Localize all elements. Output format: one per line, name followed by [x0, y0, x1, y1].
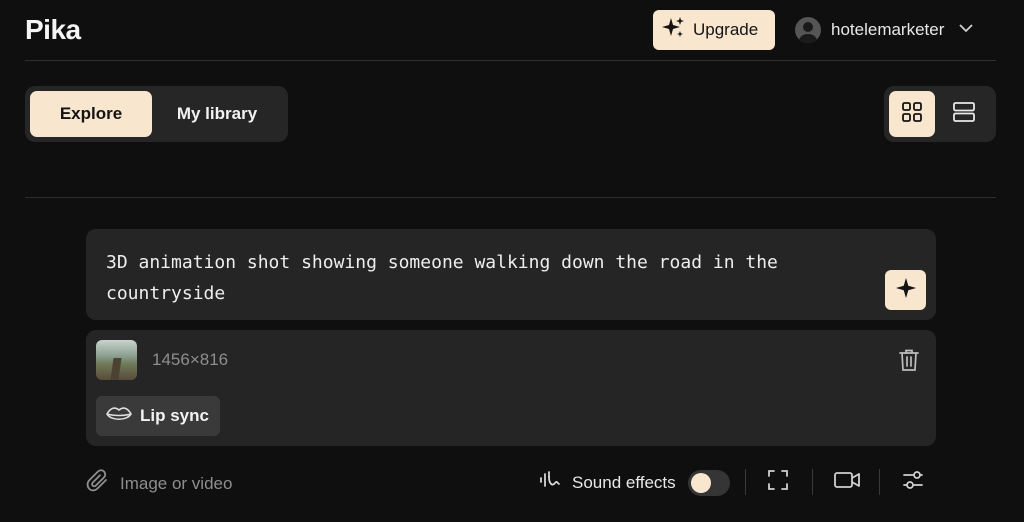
chevron-down-icon: [958, 20, 974, 41]
sound-effects-control: Sound effects: [538, 469, 730, 496]
library-tabs: Explore My library: [25, 86, 288, 142]
prompt-input[interactable]: 3D animation shot showing someone walkin…: [86, 229, 936, 320]
attach-label: Image or video: [120, 473, 233, 493]
waveform-icon: [538, 469, 560, 496]
paperclip-icon: [86, 469, 110, 498]
list-icon: [952, 100, 976, 129]
pika-logo[interactable]: Pika: [25, 14, 81, 46]
attach-media-button[interactable]: Image or video: [86, 469, 232, 498]
lip-sync-label: Lip sync: [140, 406, 209, 425]
settings-button[interactable]: [901, 470, 925, 494]
user-menu[interactable]: hotelemarketer: [795, 16, 974, 44]
camera-control-button[interactable]: [833, 470, 861, 494]
view-toggle: [884, 86, 996, 142]
sound-effects-toggle[interactable]: [687, 469, 730, 496]
generate-button[interactable]: [885, 270, 926, 310]
header-divider: [25, 60, 996, 61]
sound-effects-label: Sound effects: [572, 472, 676, 492]
grid-view-button[interactable]: [889, 91, 935, 137]
avatar: [795, 17, 821, 43]
toggle-knob: [690, 472, 711, 493]
toolbar-divider: [812, 469, 813, 495]
lip-sync-button[interactable]: Lip sync: [96, 396, 220, 436]
username: hotelemarketer: [831, 20, 945, 39]
top-header: Pika Upgrade hotelemarketer: [0, 0, 1024, 60]
image-dimensions: 1456×816: [152, 350, 229, 369]
prompt-toolbar: Image or video Sound effects: [86, 466, 936, 498]
list-view-button[interactable]: [941, 91, 987, 137]
sparkle-icon: [895, 277, 917, 304]
sliders-icon: [902, 469, 924, 496]
lips-icon: [106, 405, 132, 428]
upgrade-button[interactable]: Upgrade: [653, 10, 775, 50]
upgrade-label: Upgrade: [693, 20, 759, 39]
trash-icon: [898, 349, 920, 376]
toolbar-divider: [879, 469, 880, 495]
sparkle-icon: [661, 16, 685, 45]
delete-button[interactable]: [898, 348, 920, 377]
aspect-ratio-button[interactable]: [766, 469, 790, 496]
video-camera-icon: [833, 469, 861, 496]
prompt-text[interactable]: 3D animation shot showing someone walkin…: [106, 247, 876, 309]
frame-icon: [767, 469, 789, 496]
grid-icon: [900, 100, 924, 129]
tab-my-library[interactable]: My library: [152, 91, 282, 137]
section-divider: [25, 197, 996, 198]
toolbar-divider: [745, 469, 746, 495]
tab-explore[interactable]: Explore: [30, 91, 152, 137]
attached-media-panel: 1456×816 Lip sync: [86, 330, 936, 446]
image-thumbnail[interactable]: [96, 340, 137, 380]
